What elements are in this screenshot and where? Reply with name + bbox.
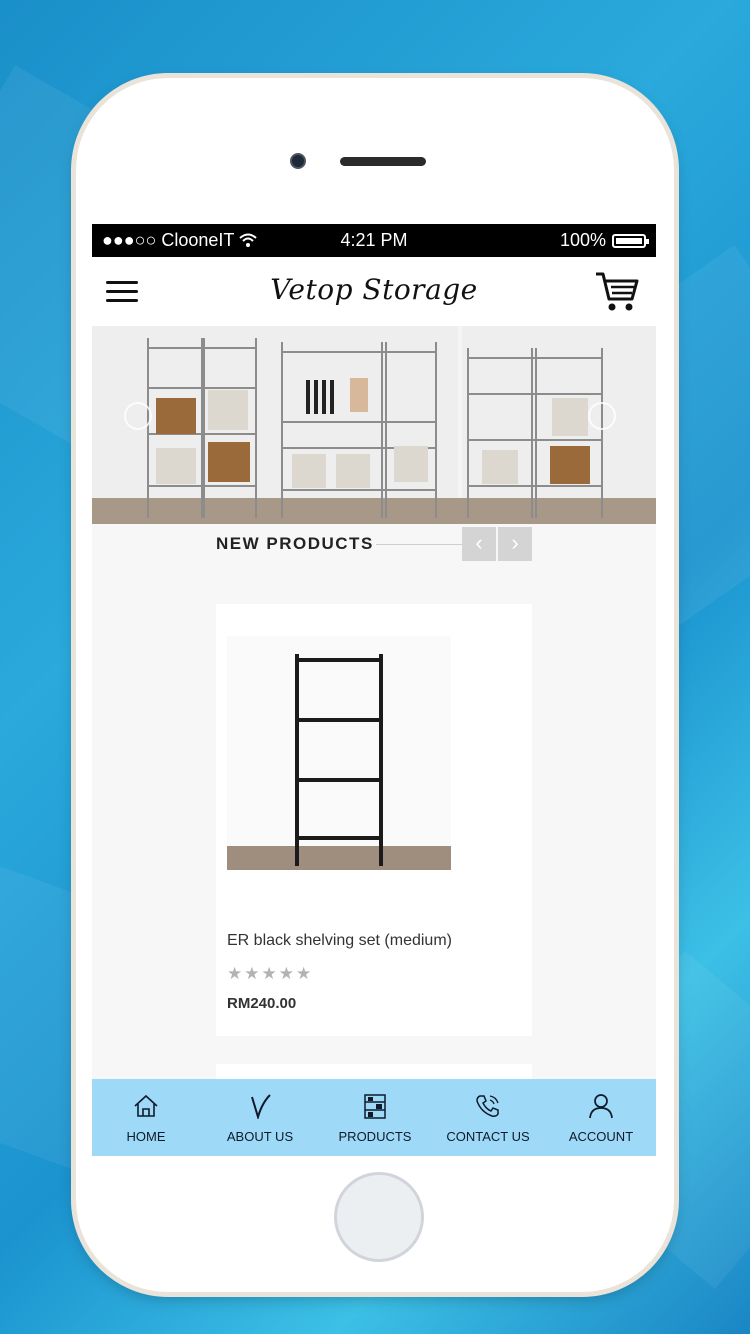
product-name[interactable]: ER black shelving set (medium) xyxy=(227,932,452,950)
app-header: Vetop Storage xyxy=(92,257,656,326)
tab-home-label: HOME xyxy=(126,1129,166,1144)
app-screen: ●●●○○ ClooneIT 4:21 PM 100% Vetop Storag… xyxy=(92,224,656,1156)
carousel-prev-button[interactable]: ‹ xyxy=(462,527,496,561)
home-hardware-button[interactable] xyxy=(334,1172,424,1262)
about-icon xyxy=(251,1094,271,1119)
tab-home[interactable]: HOME xyxy=(92,1079,200,1156)
product-rating: ★★★★★ xyxy=(227,964,314,983)
product-price: RM240.00 xyxy=(227,995,297,1012)
battery-icon xyxy=(612,234,649,248)
shelf-icon xyxy=(364,1094,386,1119)
section-title: NEW PRODUCTS xyxy=(216,534,374,553)
tab-about-us-label: ABOUT US xyxy=(226,1129,294,1144)
product-image xyxy=(227,636,451,870)
tab-account-label: ACCOUNT xyxy=(568,1129,634,1144)
tab-contact-us-label: CONTACT US xyxy=(446,1129,530,1144)
brand-logo: Vetop Storage xyxy=(270,273,478,306)
tab-products[interactable]: PRODUCTS xyxy=(318,1079,432,1156)
tab-products-label: PRODUCTS xyxy=(338,1129,412,1144)
speaker-grille xyxy=(340,157,426,166)
camera-icon xyxy=(290,153,306,169)
home-icon xyxy=(134,1094,158,1117)
phone-icon xyxy=(476,1095,499,1117)
banner-next-icon[interactable] xyxy=(588,402,616,430)
cart-icon[interactable] xyxy=(594,269,640,313)
product-card[interactable]: ER black shelving set (medium) ★★★★★ RM2… xyxy=(216,604,532,1036)
carousel-next-button[interactable]: › xyxy=(498,527,532,561)
tab-contact-us[interactable]: CONTACT US xyxy=(432,1079,544,1156)
banner-prev-icon[interactable] xyxy=(124,402,152,430)
user-icon xyxy=(589,1094,613,1119)
status-bar: ●●●○○ ClooneIT 4:21 PM 100% xyxy=(92,224,656,257)
hero-banner[interactable] xyxy=(92,326,656,524)
bottom-tab-bar: HOME ABOUT US PRODUCTS CONTACT US ACCOUN… xyxy=(92,1079,656,1156)
section-divider xyxy=(376,544,462,545)
battery-percent: 100% xyxy=(559,230,606,250)
tab-account[interactable]: ACCOUNT xyxy=(546,1079,656,1156)
tab-about-us[interactable]: ABOUT US xyxy=(204,1079,316,1156)
banner-shelves-image xyxy=(92,326,656,524)
